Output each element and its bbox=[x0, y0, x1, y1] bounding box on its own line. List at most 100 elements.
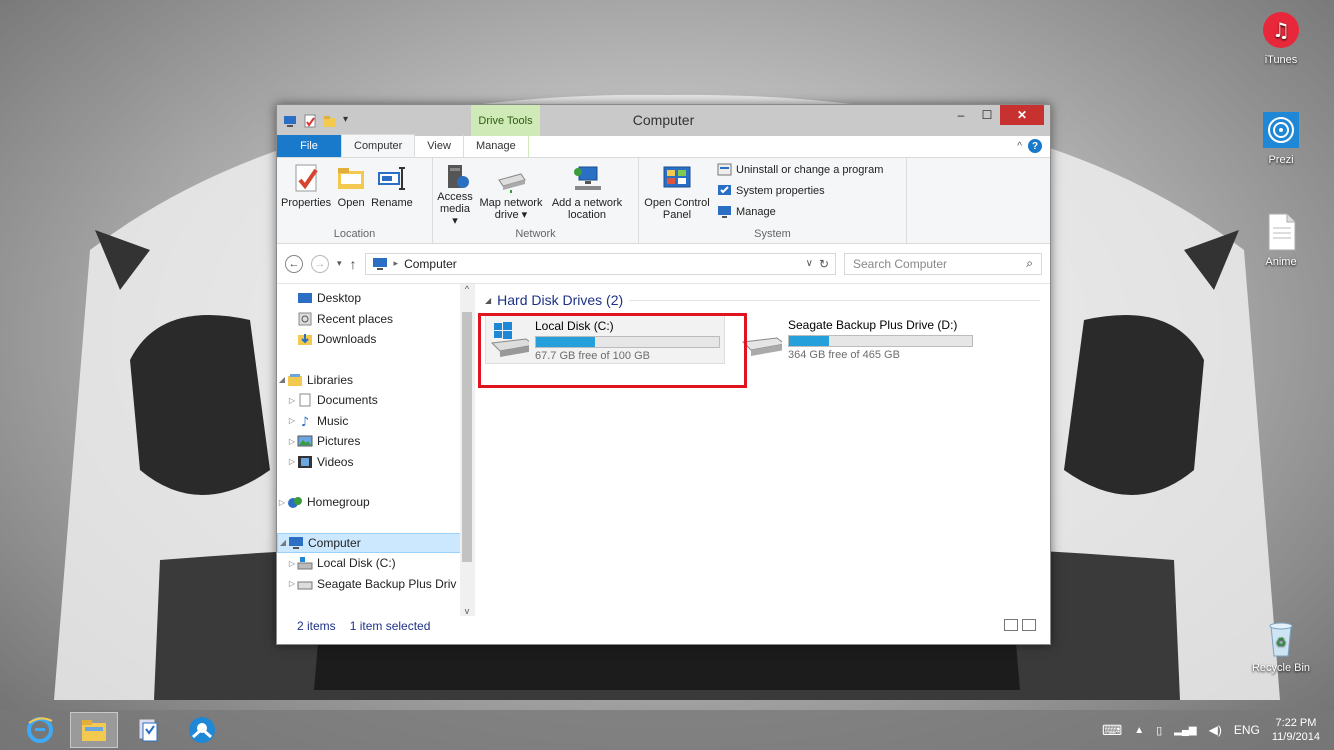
ribbon-group-system: Open Control Panel Uninstall or change a… bbox=[639, 158, 907, 243]
network-signal-icon[interactable]: ▂▄▆ bbox=[1174, 725, 1196, 736]
back-button[interactable]: ← bbox=[285, 254, 303, 273]
clock[interactable]: 7:22 PM 11/9/2014 bbox=[1272, 716, 1320, 744]
nav-item-documents[interactable]: ▷ Documents bbox=[277, 390, 474, 411]
nav-item-libraries[interactable]: ◢ Libraries bbox=[277, 370, 474, 391]
navigation-bar: ← → ▾ ↑ ▸ Computer ∨ ↻ Search Computer ⌕ bbox=[277, 244, 1050, 284]
add-network-location-button[interactable]: Add a network location bbox=[547, 162, 627, 227]
recent-locations-chevron-icon[interactable]: ▾ bbox=[337, 258, 342, 269]
minimize-button[interactable]: ‒ bbox=[948, 105, 974, 125]
computer-icon bbox=[289, 536, 303, 549]
volume-icon[interactable]: ◀) bbox=[1209, 723, 1222, 737]
nav-item-recent-places[interactable]: Recent places bbox=[277, 309, 474, 330]
nav-item-local-disk[interactable]: ▷ Local Disk (C:) bbox=[277, 553, 474, 574]
nav-item-music[interactable]: ▷ ♪ Music bbox=[277, 411, 474, 432]
help-icon[interactable]: ? bbox=[1028, 139, 1042, 153]
desktop-icon-itunes[interactable]: ♫ iTunes bbox=[1246, 10, 1316, 66]
homegroup-icon bbox=[288, 497, 302, 509]
text-file-icon bbox=[1261, 212, 1301, 252]
collapse-group-icon[interactable]: ◢ bbox=[485, 296, 491, 305]
desktop-icon-prezi[interactable]: Prezi bbox=[1246, 110, 1316, 166]
nav-item-computer[interactable]: ◢ Computer bbox=[277, 532, 474, 553]
window-controls: ‒ ☐ ✕ bbox=[948, 105, 1044, 125]
nav-item-desktop[interactable]: Desktop bbox=[277, 288, 474, 309]
open-control-panel-button[interactable]: Open Control Panel bbox=[641, 162, 713, 227]
system-tray: ⌨ ▲ ▯ ▂▄▆ ◀) ENG 7:22 PM 11/9/2014 bbox=[1102, 710, 1320, 750]
svg-text:♪: ♪ bbox=[301, 415, 309, 428]
prezi-icon bbox=[1261, 110, 1301, 150]
taskbar-app[interactable] bbox=[178, 712, 226, 748]
up-button[interactable]: ↑ bbox=[350, 256, 357, 272]
nav-scrollbar[interactable]: ^ v bbox=[460, 284, 474, 616]
collapsed-arrow-icon[interactable]: ▷ bbox=[277, 498, 287, 507]
collapsed-arrow-icon[interactable]: ▷ bbox=[287, 559, 297, 568]
refresh-icon[interactable]: ↻ bbox=[819, 257, 829, 271]
desktop-icon-anime[interactable]: Anime bbox=[1246, 212, 1316, 268]
map-network-drive-button[interactable]: Map network drive ▾ bbox=[475, 162, 547, 227]
nav-item-videos[interactable]: ▷ Videos bbox=[277, 452, 474, 473]
tab-view[interactable]: View bbox=[415, 135, 463, 157]
nav-item-homegroup[interactable]: ▷ Homegroup bbox=[277, 492, 474, 513]
taskbar-file-explorer[interactable] bbox=[70, 712, 118, 748]
address-bar[interactable]: ▸ Computer ∨ ↻ bbox=[364, 252, 836, 275]
ribbon-group-location: Properties Open Rename Location bbox=[277, 158, 433, 243]
maximize-button[interactable]: ☐ bbox=[974, 105, 1000, 125]
svg-text:♫: ♫ bbox=[1272, 18, 1290, 42]
title-bar[interactable]: ▾ Drive Tools Computer ‒ ☐ ✕ bbox=[277, 105, 1050, 136]
address-history-chevron-icon[interactable]: ∨ bbox=[806, 258, 813, 269]
taskbar-internet-explorer[interactable] bbox=[16, 712, 64, 748]
show-hidden-icons-icon[interactable]: ▲ bbox=[1134, 725, 1144, 736]
scrollbar-thumb[interactable] bbox=[462, 312, 472, 562]
internet-explorer-icon bbox=[27, 717, 53, 743]
tab-file[interactable]: File bbox=[277, 135, 341, 157]
search-icon[interactable]: ⌕ bbox=[1026, 256, 1033, 271]
pictures-icon bbox=[297, 435, 313, 447]
scroll-down-icon[interactable]: v bbox=[460, 606, 474, 616]
drive-item-local-disk[interactable]: Local Disk (C:) 67.7 GB free of 100 GB bbox=[485, 314, 725, 364]
collapsed-arrow-icon[interactable]: ▷ bbox=[287, 457, 297, 466]
navigation-pane: Desktop Recent places Downloads ◢ Librari… bbox=[277, 284, 475, 616]
forward-button[interactable]: → bbox=[311, 254, 329, 273]
app-icon bbox=[189, 717, 215, 743]
manage-button[interactable]: Manage bbox=[717, 204, 883, 219]
uninstall-program-button[interactable]: Uninstall or change a program bbox=[717, 162, 883, 177]
drive-name: Local Disk (C:) bbox=[535, 319, 614, 333]
nav-item-downloads[interactable]: Downloads bbox=[277, 329, 474, 350]
battery-icon[interactable]: ▯ bbox=[1156, 724, 1162, 737]
collapsed-arrow-icon[interactable]: ▷ bbox=[287, 416, 297, 425]
collapsed-arrow-icon[interactable]: ▷ bbox=[287, 396, 297, 405]
expanded-arrow-icon[interactable]: ◢ bbox=[278, 538, 288, 547]
scroll-up-icon[interactable]: ^ bbox=[460, 284, 474, 294]
collapsed-arrow-icon[interactable]: ▷ bbox=[287, 579, 297, 588]
taskbar-task-manager[interactable] bbox=[124, 712, 172, 748]
search-input[interactable]: Search Computer ⌕ bbox=[844, 252, 1042, 275]
section-header[interactable]: ◢ Hard Disk Drives (2) bbox=[485, 292, 1040, 308]
drive-item-seagate[interactable]: Seagate Backup Plus Drive (D:) 364 GB fr… bbox=[737, 314, 977, 364]
drive-usage-fill bbox=[536, 337, 596, 347]
window-title: Computer bbox=[632, 112, 695, 128]
close-button[interactable]: ✕ bbox=[1000, 105, 1044, 125]
desktop-icon-recycle-bin[interactable]: ♻ Recycle Bin bbox=[1246, 618, 1316, 674]
system-properties-button[interactable]: System properties bbox=[717, 183, 883, 198]
chevron-up-icon[interactable]: ^ bbox=[1017, 141, 1022, 152]
tab-computer[interactable]: Computer bbox=[341, 134, 416, 157]
rename-button[interactable]: Rename bbox=[369, 162, 415, 227]
language-indicator[interactable]: ENG bbox=[1234, 723, 1260, 737]
nav-item-pictures[interactable]: ▷ Pictures bbox=[277, 431, 474, 452]
expanded-arrow-icon[interactable]: ◢ bbox=[277, 375, 287, 384]
file-explorer-icon bbox=[82, 720, 106, 741]
libraries-icon bbox=[288, 373, 302, 386]
tab-manage[interactable]: Manage bbox=[462, 135, 529, 157]
properties-button[interactable]: Properties bbox=[279, 162, 333, 227]
large-icons-view-icon[interactable] bbox=[1022, 619, 1036, 631]
access-media-button[interactable]: Access media ▾ bbox=[435, 162, 475, 227]
collapsed-arrow-icon[interactable]: ▷ bbox=[287, 437, 297, 446]
open-button[interactable]: Open bbox=[333, 162, 369, 227]
desktop-icon-label: Recycle Bin bbox=[1251, 662, 1311, 674]
touch-keyboard-icon[interactable]: ⌨ bbox=[1102, 722, 1122, 739]
svg-text:♻: ♻ bbox=[1276, 635, 1287, 649]
search-placeholder: Search Computer bbox=[853, 256, 948, 271]
details-view-icon[interactable] bbox=[1004, 619, 1018, 631]
breadcrumb[interactable]: Computer bbox=[404, 257, 457, 271]
status-bar: 2 items 1 item selected bbox=[277, 616, 1050, 636]
nav-item-seagate-drive[interactable]: ▷ Seagate Backup Plus Driv bbox=[277, 574, 474, 595]
